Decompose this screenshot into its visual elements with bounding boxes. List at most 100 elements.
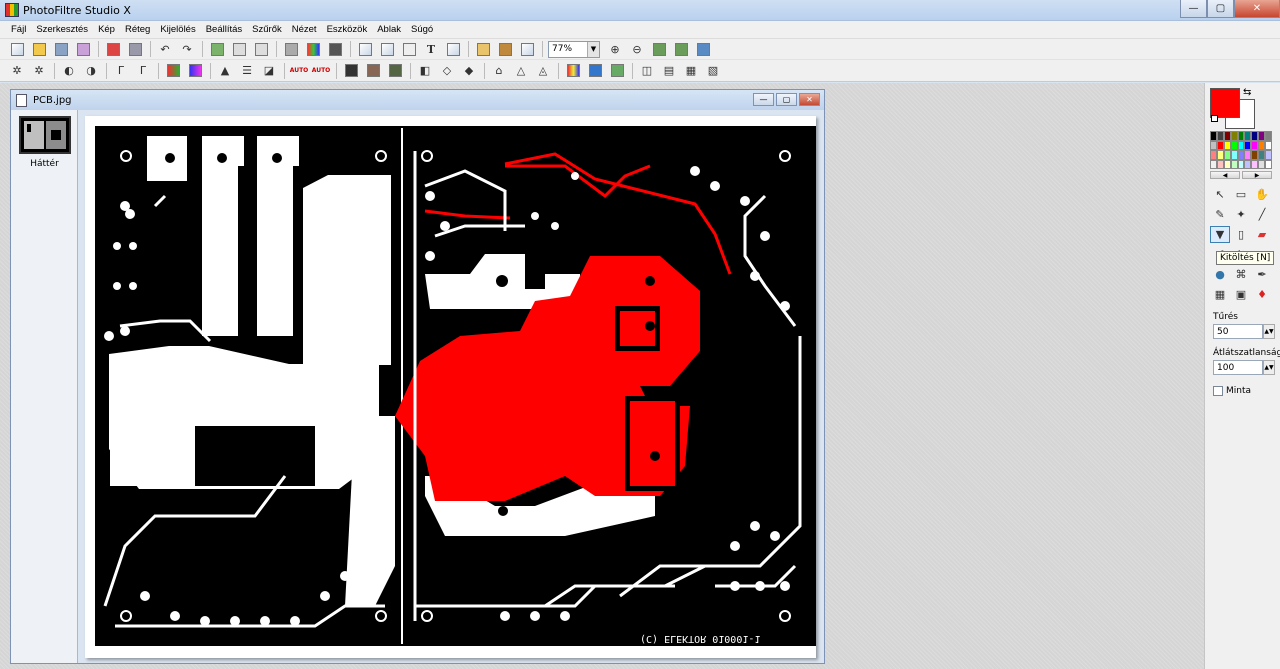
stamp-tool-icon[interactable]: ⌘	[1231, 266, 1251, 283]
palette-swatch[interactable]	[1251, 150, 1259, 160]
document-title-bar[interactable]: PCB.jpg — ▢ ✕	[11, 90, 824, 110]
rotate-icon[interactable]	[444, 40, 462, 58]
palette-swatch[interactable]	[1265, 140, 1272, 150]
eraser-tool-icon[interactable]: ▰	[1252, 226, 1272, 243]
blur-icon[interactable]: ◇	[438, 62, 456, 80]
filter-a-icon[interactable]	[342, 62, 360, 80]
palette-swatch[interactable]	[1251, 159, 1259, 169]
auto-levels-icon[interactable]: AUTO	[290, 62, 309, 80]
pattern-checkbox-box[interactable]	[1213, 386, 1223, 396]
fit-window-icon[interactable]	[650, 40, 668, 58]
brightness-down-icon[interactable]: ◐	[60, 62, 78, 80]
palette-swatch[interactable]	[1223, 159, 1231, 169]
menu-selection[interactable]: Kijelölés	[155, 24, 200, 35]
palette-swatch[interactable]	[1230, 150, 1238, 160]
emboss-icon[interactable]: ⌂	[490, 62, 508, 80]
palette-swatch[interactable]	[1216, 150, 1224, 160]
palette-swatch[interactable]	[1265, 131, 1272, 141]
frame-icon[interactable]	[586, 62, 604, 80]
redo-icon[interactable]: ↷	[178, 40, 196, 58]
document-window[interactable]: PCB.jpg — ▢ ✕ Háttér (C) ELEKTOR 010001-…	[10, 89, 825, 664]
paste-icon[interactable]	[252, 40, 270, 58]
palette-swatch[interactable]	[1230, 140, 1238, 150]
opacity-input[interactable]: 100 ▲▼	[1213, 360, 1275, 375]
palette-swatch[interactable]	[1230, 159, 1238, 169]
line-tool-icon[interactable]: ╱	[1252, 206, 1272, 223]
sparkle-icon[interactable]: ✲	[8, 62, 26, 80]
chevron-down-icon[interactable]: ▼	[587, 41, 599, 57]
pen-tool-icon[interactable]: ✒	[1252, 266, 1272, 283]
palette-swatch[interactable]	[1210, 131, 1217, 141]
rgb-icon[interactable]	[304, 40, 322, 58]
image-tool-icon[interactable]: ▣	[1231, 286, 1251, 303]
auto-contrast-icon[interactable]: AUTO	[312, 62, 331, 80]
sparkle-plus-icon[interactable]: ✲	[30, 62, 48, 80]
minimize-button[interactable]: —	[1180, 0, 1207, 18]
zoom-out-icon[interactable]: ⊖	[628, 40, 646, 58]
contrast-up-icon[interactable]: Γ	[134, 62, 152, 80]
saturation-down-icon[interactable]	[164, 62, 182, 80]
palette-swatch[interactable]	[1251, 140, 1259, 150]
menu-window[interactable]: Ablak	[372, 24, 406, 35]
sharpen-icon[interactable]: ◆	[460, 62, 478, 80]
actual-size-icon[interactable]	[672, 40, 690, 58]
drop-icon[interactable]: ◬	[534, 62, 552, 80]
album-icon[interactable]: ▧	[704, 62, 722, 80]
magic-wand-tool-icon[interactable]: ✦	[1231, 206, 1251, 223]
palette-swatch[interactable]	[1223, 150, 1231, 160]
pattern-checkbox[interactable]: Minta	[1213, 386, 1251, 396]
print-icon[interactable]	[104, 40, 122, 58]
palette-swatch[interactable]	[1244, 150, 1252, 160]
close-button[interactable]: ✕	[1234, 0, 1280, 18]
pointer-tool-icon[interactable]: ↖	[1210, 186, 1230, 203]
fill-tool-icon[interactable]: ▼	[1210, 226, 1230, 243]
palette-swatch[interactable]	[1237, 150, 1245, 160]
drop-tool-icon[interactable]: ●	[1210, 266, 1230, 283]
menu-filters[interactable]: Szűrők	[247, 24, 287, 35]
save-icon[interactable]	[52, 40, 70, 58]
palette-swatch[interactable]	[1216, 140, 1224, 150]
zoom-in-icon[interactable]: ⊕	[606, 40, 624, 58]
opacity-spinner[interactable]: ▲▼	[1263, 360, 1275, 375]
eyedropper-tool-icon[interactable]: ✎	[1210, 206, 1230, 223]
scan-icon[interactable]	[126, 40, 144, 58]
batch-icon[interactable]: ▦	[682, 62, 700, 80]
filter-b-icon[interactable]	[364, 62, 382, 80]
tolerance-input[interactable]: 50 ▲▼	[1213, 324, 1275, 339]
hand-tool-icon[interactable]: ✋	[1252, 186, 1272, 203]
menu-file[interactable]: Fájl	[6, 24, 31, 35]
palette-swatch[interactable]	[1244, 140, 1252, 150]
texture-icon[interactable]	[608, 62, 626, 80]
curves-icon[interactable]: ☰	[238, 62, 256, 80]
palette-swatch[interactable]	[1237, 159, 1245, 169]
doc-minimize-button[interactable]: —	[753, 93, 774, 106]
text-icon[interactable]: T	[422, 40, 440, 58]
split-icon[interactable]: ◫	[638, 62, 656, 80]
palette-swatch[interactable]	[1223, 131, 1231, 141]
foreground-color-swatch[interactable]	[1210, 88, 1240, 118]
palette-swatch[interactable]	[1230, 131, 1238, 141]
doc-maximize-button[interactable]: ▢	[776, 93, 797, 106]
copy-icon[interactable]	[208, 40, 226, 58]
brightness-up-icon[interactable]: ◑	[82, 62, 100, 80]
palette-mode-icon[interactable]	[326, 40, 344, 58]
menu-image[interactable]: Kép	[93, 24, 120, 35]
new-file-icon[interactable]	[8, 40, 26, 58]
palette-swatch[interactable]	[1244, 131, 1252, 141]
color-palette[interactable]	[1210, 131, 1272, 169]
undo-icon[interactable]: ↶	[156, 40, 174, 58]
fullscreen-icon[interactable]	[694, 40, 712, 58]
stack-icon[interactable]: ▤	[660, 62, 678, 80]
palette-swatch[interactable]	[1223, 140, 1231, 150]
gradient-icon[interactable]	[564, 62, 582, 80]
canvas-size-icon[interactable]	[378, 40, 396, 58]
menu-layer[interactable]: Réteg	[120, 24, 155, 35]
save-as-icon[interactable]	[74, 40, 92, 58]
flip-icon[interactable]: ◧	[416, 62, 434, 80]
palette-swatch[interactable]	[1258, 131, 1266, 141]
layers-icon[interactable]	[474, 40, 492, 58]
cut-icon[interactable]	[230, 40, 248, 58]
levels-icon[interactable]: ▲	[216, 62, 234, 80]
reset-colors-icon[interactable]	[1211, 115, 1218, 122]
palette-swatch[interactable]	[1244, 159, 1252, 169]
